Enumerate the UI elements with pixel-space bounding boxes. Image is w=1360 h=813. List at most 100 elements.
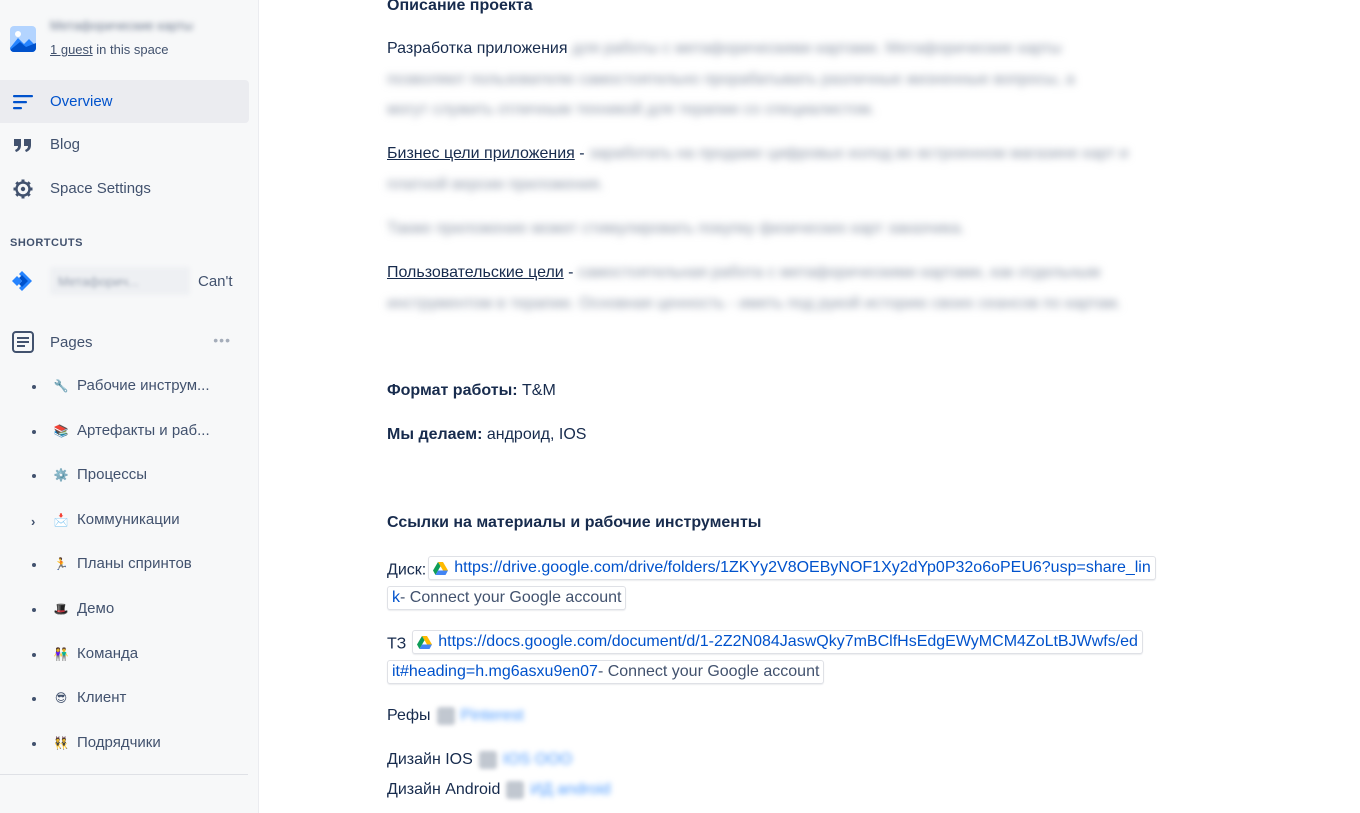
page-label: Планы спринтов (77, 555, 192, 572)
sidebar-divider (0, 774, 248, 775)
tz-label: ТЗ (387, 635, 407, 653)
disk-url-end[interactable]: k (392, 589, 400, 607)
android-link[interactable]: ИД android (530, 781, 610, 799)
connect-google-account[interactable]: - Connect your Google account (598, 663, 819, 681)
blurred-text: платной версии приложения. (387, 176, 604, 193)
platforms-value: андроид, IOS (482, 426, 587, 443)
biz-paragraph-line: Бизнес цели приложения - заработать на п… (387, 145, 1128, 163)
dash: - (563, 264, 574, 281)
guest-info: 1 guest in this space (50, 42, 169, 57)
google-drive-icon (417, 635, 433, 649)
android-label: Дизайн Android (387, 781, 501, 799)
pages-doc-icon (10, 329, 36, 355)
platforms-line: Мы делаем: андроид, IOS (387, 426, 586, 444)
page-tree-item[interactable]: 🔧 Рабочие инструм... (0, 367, 249, 407)
biz-label: Бизнес цели приложения (387, 145, 575, 162)
nav-overview[interactable]: Overview (0, 80, 249, 123)
android-line: Дизайн Android ИД android (387, 781, 611, 799)
page-label: Команда (77, 645, 139, 662)
more-options-icon[interactable]: ••• (213, 332, 231, 348)
dash: - (574, 145, 585, 162)
tz-line: ТЗ https://docs.google.com/document/d/1-2… (387, 630, 1143, 654)
disk-smart-link[interactable]: https://drive.google.com/drive/folders/1… (428, 556, 1156, 580)
user-label: Пользовательские цели (387, 264, 564, 281)
space-header[interactable]: Метафорические карты 1 guest in this spa… (10, 16, 250, 60)
page-tree-item[interactable]: 🏃 Планы спринтов (0, 545, 249, 585)
user-paragraph-line: Пользовательские цели - самостоятельная … (387, 264, 1100, 282)
sidebar: Метафорические карты 1 guest in this spa… (0, 0, 259, 813)
bullet-icon (32, 474, 36, 478)
page-label: Рабочие инструм... (77, 377, 210, 394)
format-value: T&M (517, 382, 556, 399)
shortcut-status: Can't (198, 272, 233, 290)
page-label: Клиент (77, 689, 127, 706)
platforms-label: Мы делаем: (387, 426, 483, 443)
links-heading: Ссылки на материалы и рабочие инструмент… (387, 514, 762, 531)
page-label: Артефакты и раб... (77, 422, 210, 439)
guest-count-link[interactable]: 1 guest (50, 42, 93, 57)
nav-space-settings-label: Space Settings (50, 180, 151, 197)
tz-line-continued: it#heading=h.mg6asxu9en07 - Connect your… (387, 660, 825, 684)
nav-blog[interactable]: Blog (0, 123, 249, 166)
quote-icon (12, 134, 34, 156)
link-favicon-icon (506, 781, 525, 799)
format-line: Формат работы: T&M (387, 382, 556, 400)
bullet-icon (32, 563, 36, 567)
page-emoji-icon: ⚙️ (53, 468, 69, 482)
guest-suffix: in this space (92, 42, 169, 57)
page-tree-item[interactable]: › 📩 Коммуникации (0, 501, 249, 541)
ios-link[interactable]: IOS ООО (503, 751, 572, 769)
ios-label: Дизайн IOS (387, 751, 473, 769)
shortcut-item[interactable]: Метафорич... Can't (10, 264, 250, 298)
blurred-text: Также приложение может стимулировать пок… (387, 220, 965, 237)
disk-label: Диск: (387, 561, 427, 579)
pages-section[interactable]: Pages ••• (0, 320, 249, 364)
disk-line-continued: k - Connect your Google account (387, 586, 627, 610)
page-emoji-icon: 📚 (53, 424, 69, 438)
disk-line: Диск: https://drive.google.com/drive/fold… (387, 556, 1156, 580)
nav-space-settings[interactable]: Space Settings (0, 167, 249, 210)
refs-link[interactable]: Pinterest (461, 707, 524, 725)
tz-url-end[interactable]: it#heading=h.mg6asxu9en07 (392, 663, 598, 681)
disk-url[interactable]: https://drive.google.com/drive/folders/1… (454, 559, 1151, 577)
chevron-right-icon[interactable]: › (31, 514, 35, 529)
page-emoji-icon: 👯 (53, 736, 69, 750)
ios-line: Дизайн IOS IOS ООО (387, 751, 572, 769)
page-tree-item[interactable]: 🎩 Демо (0, 590, 249, 630)
gear-icon (12, 178, 34, 200)
connect-google-account[interactable]: - Connect your Google account (400, 589, 621, 607)
google-drive-icon (433, 561, 449, 575)
bullet-icon (32, 653, 36, 657)
disk-smart-link-continued[interactable]: k - Connect your Google account (387, 586, 627, 610)
shortcuts-heading: SHORTCUTS (10, 237, 83, 249)
overview-lines-icon (12, 91, 34, 113)
bullet-icon (32, 385, 36, 389)
blurred-text: могут служить отличным техникой для тера… (387, 101, 876, 118)
tz-smart-link[interactable]: https://docs.google.com/document/d/1-2Z2… (412, 630, 1143, 654)
page-tree-item[interactable]: 👯 Подрядчики (0, 724, 249, 764)
bullet-icon (32, 430, 36, 434)
nav-overview-label: Overview (50, 93, 113, 110)
blurred-text: заработать на продаже цифровых колод во … (589, 145, 1129, 162)
nav-blog-label: Blog (50, 136, 81, 153)
refs-line: Рефы Pinterest (387, 707, 524, 725)
page-tree-item[interactable]: 📚 Артефакты и раб... (0, 412, 249, 452)
space-avatar-icon[interactable] (10, 26, 36, 52)
dev-paragraph-line: Разработка приложения для работы с метаф… (387, 40, 1061, 58)
page-tree-item[interactable]: ⚙️ Процессы (0, 456, 249, 496)
bullet-icon (32, 697, 36, 701)
page-emoji-icon: 📩 (53, 513, 69, 527)
tz-url[interactable]: https://docs.google.com/document/d/1-2Z2… (438, 633, 1138, 651)
shortcut-name[interactable]: Метафорич... (50, 267, 190, 295)
blurred-text: позволяют пользователю самостоятельно пр… (387, 71, 1075, 88)
pages-label: Pages (50, 333, 93, 351)
refs-label: Рефы (387, 707, 431, 725)
bullet-icon (32, 608, 36, 612)
page-content: Описание проекта Разработка приложения д… (260, 0, 1360, 813)
tz-smart-link-continued[interactable]: it#heading=h.mg6asxu9en07 - Connect your… (387, 660, 825, 684)
space-name[interactable]: Метафорические карты (50, 18, 193, 33)
page-tree-item[interactable]: 😎 Клиент (0, 679, 249, 719)
page-tree-item[interactable]: 👫 Команда (0, 635, 249, 675)
page-emoji-icon: 👫 (53, 647, 69, 661)
bullet-icon (32, 742, 36, 746)
